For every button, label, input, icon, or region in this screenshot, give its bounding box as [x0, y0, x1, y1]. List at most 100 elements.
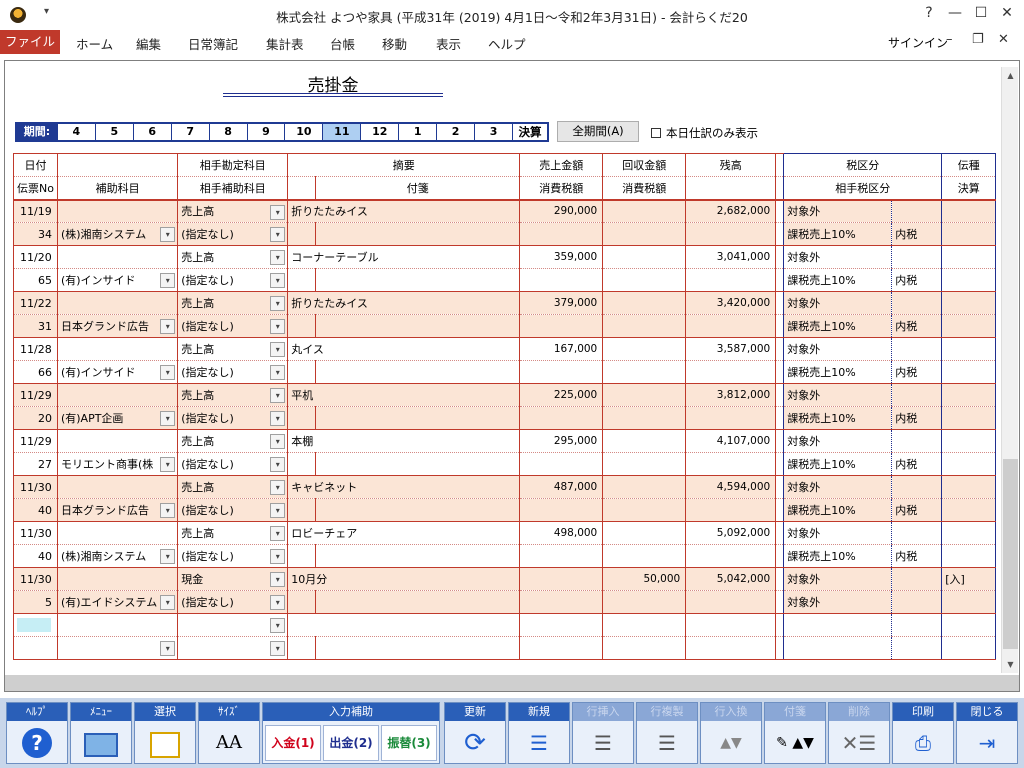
- entry-row-top[interactable]: 11/22 売上高 ▾ 折りたたみイス 379,000 3,420,000 対象外: [13, 291, 997, 315]
- entry-collected-tax[interactable]: [602, 544, 687, 568]
- entry-tax-detail[interactable]: [891, 245, 943, 269]
- entry-collected[interactable]: [602, 337, 687, 361]
- entry-counter-tax-detail[interactable]: 内税: [891, 360, 943, 384]
- entry-counter-sub[interactable]: (指定なし) ▾: [177, 360, 289, 384]
- menu-daily-bookkeeping[interactable]: 日常簿記: [188, 34, 238, 53]
- entry-tax[interactable]: 対象外: [783, 475, 892, 499]
- entry-slip-no[interactable]: 40: [13, 498, 58, 522]
- entry-account[interactable]: 売上高 ▾: [177, 337, 289, 361]
- entry-sub-account[interactable]: (有)インサイド ▾: [56, 268, 179, 292]
- entry-tax-detail[interactable]: [891, 337, 943, 361]
- checkbox-icon[interactable]: [651, 128, 661, 138]
- entry-sales-tax[interactable]: [519, 268, 604, 292]
- insert-row-button[interactable]: 行挿入 ☰: [572, 702, 634, 764]
- entry-counter-sub[interactable]: (指定なし) ▾: [177, 222, 289, 246]
- entry-date[interactable]: 11/19: [13, 199, 58, 223]
- new-entry-account[interactable]: ▾: [177, 613, 289, 637]
- entry-counter-sub[interactable]: (指定なし) ▾: [177, 498, 289, 522]
- entry-note-blank[interactable]: [287, 268, 317, 292]
- entry-blank[interactable]: [56, 245, 179, 269]
- chevron-down-icon[interactable]: ▾: [270, 319, 286, 334]
- entry-counter-tax[interactable]: 課税売上10%: [783, 406, 892, 430]
- entry-tax[interactable]: 対象外: [783, 199, 892, 223]
- entry-sales[interactable]: 225,000: [519, 383, 604, 407]
- entry-sales-tax[interactable]: [519, 360, 604, 384]
- ribbon-restore-button[interactable]: ❐: [972, 32, 984, 47]
- entry-sub-account[interactable]: 日本グランド広告 ▾: [56, 498, 179, 522]
- entry-sub-account[interactable]: (有)エイドシステム ▾: [56, 590, 179, 614]
- entry-account[interactable]: 売上高 ▾: [177, 245, 289, 269]
- entry-sales-tax[interactable]: [519, 452, 604, 476]
- print-button[interactable]: 印刷 ⎙: [892, 702, 954, 764]
- new-button[interactable]: 新規 ☰: [508, 702, 570, 764]
- entry-counter-tax-detail[interactable]: [891, 590, 943, 614]
- new-entry-tax[interactable]: [783, 613, 892, 637]
- new-entry-tax-detail[interactable]: [891, 613, 943, 637]
- period-5[interactable]: 5: [94, 124, 133, 140]
- scroll-thumb[interactable]: [1003, 459, 1018, 649]
- chevron-down-icon[interactable]: ▾: [270, 411, 286, 426]
- entry-sales-tax[interactable]: [519, 314, 604, 338]
- entry-slip-no[interactable]: 20: [13, 406, 58, 430]
- entry-note[interactable]: [315, 498, 521, 522]
- entry-slip-no[interactable]: 66: [13, 360, 58, 384]
- entry-row-bottom[interactable]: 31 日本グランド広告 ▾ (指定なし) ▾ 課税売上10% 内税: [13, 314, 997, 338]
- period-12[interactable]: 12: [360, 124, 398, 140]
- entry-counter-tax-detail[interactable]: 内税: [891, 498, 943, 522]
- entry-sales-tax[interactable]: [519, 222, 604, 246]
- entry-row-top[interactable]: 11/20 売上高 ▾ コーナーテーブル 359,000 3,041,000 対象…: [13, 245, 997, 269]
- entry-sales-tax[interactable]: [519, 498, 604, 522]
- entry-date[interactable]: 11/20: [13, 245, 58, 269]
- entry-date[interactable]: 11/29: [13, 383, 58, 407]
- entry-tax-detail[interactable]: [891, 383, 943, 407]
- entry-row-top[interactable]: 11/28 売上高 ▾ 丸イス 167,000 3,587,000 対象外: [13, 337, 997, 361]
- entry-date[interactable]: 11/30: [13, 567, 58, 591]
- entry-row-top[interactable]: 11/19 売上高 ▾ 折りたたみイス 290,000 2,682,000 対象外: [13, 199, 997, 223]
- menu-edit[interactable]: 編集: [136, 34, 161, 53]
- chevron-down-icon[interactable]: ▾: [160, 411, 176, 426]
- entry-tax[interactable]: 対象外: [783, 567, 892, 591]
- entry-date[interactable]: 11/30: [13, 475, 58, 499]
- close-button[interactable]: 閉じる ⇥: [956, 702, 1018, 764]
- entry-slip-no[interactable]: 34: [13, 222, 58, 246]
- period-10[interactable]: 10: [284, 124, 322, 140]
- entry-summary[interactable]: 本棚: [287, 429, 521, 453]
- entry-tax-detail[interactable]: [891, 429, 943, 453]
- entry-note[interactable]: [315, 222, 521, 246]
- entry-sub-account[interactable]: (有)インサイド ▾: [56, 360, 179, 384]
- vertical-scrollbar[interactable]: ▲ ▼: [1001, 67, 1018, 673]
- entry-blank[interactable]: [56, 291, 179, 315]
- chevron-down-icon[interactable]: ▾: [270, 572, 286, 587]
- entry-row-bottom[interactable]: 27 モリエント商事(株 ▾ (指定なし) ▾ 課税売上10% 内税: [13, 452, 997, 476]
- entry-collected-tax[interactable]: [602, 452, 687, 476]
- new-entry-counter-tax-detail[interactable]: [891, 636, 943, 660]
- entry-tax[interactable]: 対象外: [783, 429, 892, 453]
- period-1[interactable]: 1: [398, 124, 436, 140]
- entry-counter-tax[interactable]: 課税売上10%: [783, 314, 892, 338]
- entry-counter-tax[interactable]: 課税売上10%: [783, 360, 892, 384]
- new-entry-date[interactable]: [13, 613, 58, 637]
- entry-summary[interactable]: ロビーチェア: [287, 521, 521, 545]
- deposit-button[interactable]: 入金(1): [265, 725, 321, 761]
- entry-tax[interactable]: 対象外: [783, 291, 892, 315]
- entry-account[interactable]: 売上高 ▾: [177, 383, 289, 407]
- entry-account[interactable]: 売上高 ▾: [177, 199, 289, 223]
- select-button[interactable]: 選択: [134, 702, 196, 764]
- chevron-down-icon[interactable]: ▾: [270, 273, 286, 288]
- entry-row-top[interactable]: 11/29 売上高 ▾ 本棚 295,000 4,107,000 対象外: [13, 429, 997, 453]
- entry-note-blank[interactable]: [287, 544, 317, 568]
- entry-row-bottom[interactable]: 66 (有)インサイド ▾ (指定なし) ▾ 課税売上10% 内税: [13, 360, 997, 384]
- entry-slip-no[interactable]: 5: [13, 590, 58, 614]
- new-entry-summary[interactable]: [287, 613, 521, 637]
- entry-slip-no[interactable]: 65: [13, 268, 58, 292]
- entry-note[interactable]: [315, 406, 521, 430]
- entry-sales[interactable]: 487,000: [519, 475, 604, 499]
- entry-row-top[interactable]: 11/30 現金 ▾ 10月分 50,000 5,042,000 対象外 [入]: [13, 567, 997, 591]
- entry-counter-sub[interactable]: (指定なし) ▾: [177, 314, 289, 338]
- today-only-checkbox[interactable]: 本日仕訳のみ表示: [651, 125, 758, 141]
- entry-blank[interactable]: [56, 567, 179, 591]
- entry-row-bottom[interactable]: 40 (株)湘南システム ▾ (指定なし) ▾ 課税売上10% 内税: [13, 544, 997, 568]
- entry-collected[interactable]: [602, 521, 687, 545]
- entry-counter-sub[interactable]: (指定なし) ▾: [177, 268, 289, 292]
- entry-sales[interactable]: 295,000: [519, 429, 604, 453]
